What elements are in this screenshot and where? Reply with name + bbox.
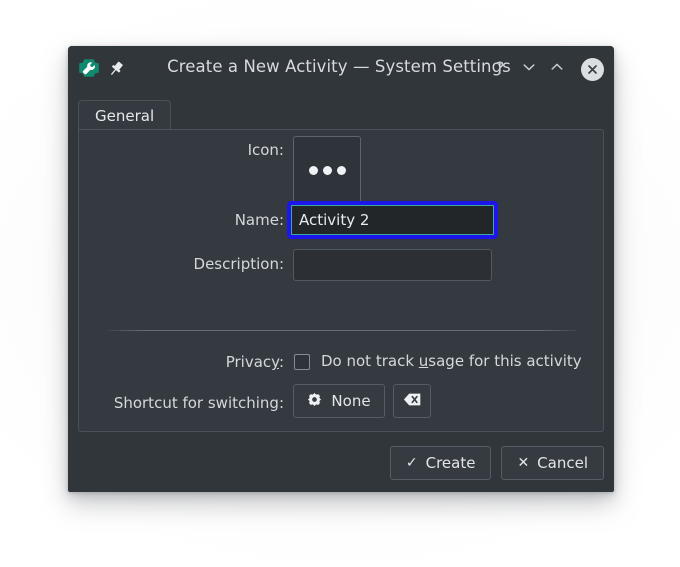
do-not-track-text-after: sage for this activity (428, 352, 582, 370)
shortcut-picker-button[interactable]: None (293, 384, 385, 418)
create-button-label: Create (425, 454, 476, 472)
privacy-label-text: Privac (225, 353, 272, 371)
backspace-icon (403, 392, 422, 411)
close-button[interactable] (580, 57, 604, 81)
name-label: Name: (234, 211, 284, 229)
description-label: Description: (193, 255, 284, 273)
title-bar: Create a New Activity — System Settings … (68, 46, 614, 92)
do-not-track-checkbox[interactable] (294, 354, 310, 370)
dialog-button-box: ✓ Create ✕ Cancel (389, 446, 604, 480)
question-mark-icon: ? (495, 58, 505, 79)
close-icon (580, 57, 604, 81)
icon-label: Icon: (247, 141, 284, 159)
tab-general-label: General (95, 106, 155, 125)
description-input[interactable] (293, 249, 492, 281)
privacy-label: Privacy: (225, 353, 284, 371)
do-not-track-accel: u (418, 352, 429, 370)
ellipsis-icon (308, 165, 318, 175)
help-button[interactable]: ? (486, 55, 514, 83)
privacy-label-accel: y (271, 353, 279, 371)
shortcut-label: Shortcut for switching: (113, 394, 284, 412)
maximize-button[interactable] (543, 55, 571, 83)
cancel-button-label: Cancel (537, 454, 588, 472)
ellipsis-icon (336, 165, 346, 175)
name-input-focus-ring (287, 201, 498, 239)
name-input[interactable] (291, 205, 494, 235)
do-not-track-text-before: Do not track (321, 352, 419, 370)
tab-bar: General (78, 100, 604, 130)
general-tab-panel: Icon: Name: Description: Privacy: (78, 129, 604, 432)
do-not-track-label: Do not track usage for this activity (321, 352, 582, 370)
chevron-up-icon (549, 59, 565, 79)
chevron-down-icon (521, 59, 537, 79)
shortcut-value: None (331, 392, 371, 410)
cross-icon: ✕ (517, 455, 530, 471)
minimize-button[interactable] (515, 55, 543, 83)
cancel-button[interactable]: ✕ Cancel (501, 446, 604, 480)
shortcut-clear-button[interactable] (393, 384, 431, 418)
create-button[interactable]: ✓ Create (389, 446, 492, 480)
ellipsis-icon (322, 165, 332, 175)
tab-general[interactable]: General (78, 100, 172, 130)
section-separator (107, 330, 577, 331)
check-icon: ✓ (405, 455, 418, 471)
gear-icon (307, 392, 322, 411)
create-activity-dialog: Create a New Activity — System Settings … (68, 46, 614, 492)
icon-picker-button[interactable] (293, 136, 361, 204)
